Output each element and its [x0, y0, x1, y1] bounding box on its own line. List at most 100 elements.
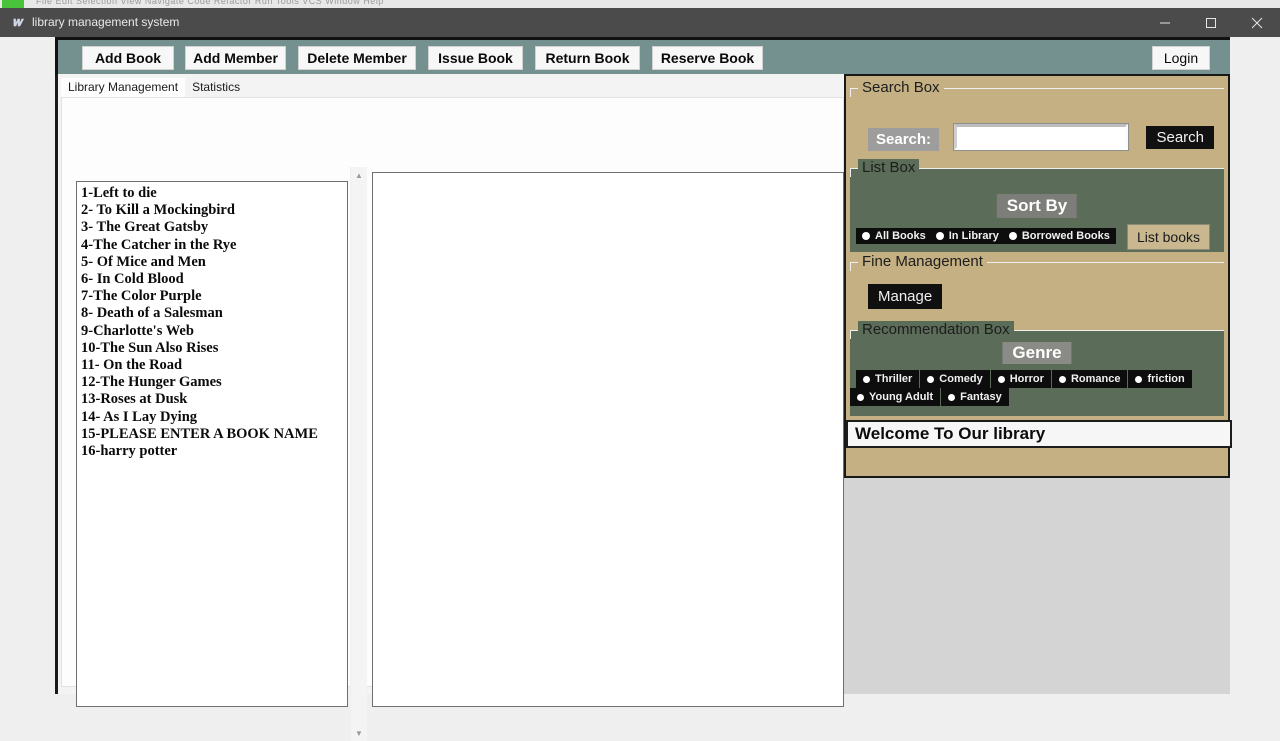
- radio-dot-icon: [863, 375, 870, 383]
- reserve-book-button[interactable]: Reserve Book: [652, 46, 763, 70]
- radio-friction[interactable]: friction: [1128, 370, 1192, 388]
- book-list-items: 1-Left to die 2- To Kill a Mockingbird 3…: [77, 182, 347, 460]
- list-item[interactable]: 5- Of Mice and Men: [77, 254, 347, 271]
- main-toolbar: Add Book Add Member Delete Member Issue …: [55, 37, 1230, 74]
- radio-dot-icon: [935, 232, 944, 240]
- list-item[interactable]: 1-Left to die: [77, 185, 347, 202]
- add-member-button[interactable]: Add Member: [185, 46, 286, 70]
- application-body: Add Book Add Member Delete Member Issue …: [0, 37, 1280, 741]
- list-box-title: List Box: [858, 159, 920, 176]
- radio-dot-icon: [857, 393, 864, 401]
- radio-label: Thriller: [875, 373, 913, 385]
- radio-fantasy[interactable]: Fantasy: [941, 388, 1009, 406]
- delete-member-button[interactable]: Delete Member: [298, 46, 416, 70]
- screen: File Edit Selection View Navigate Code R…: [0, 0, 1280, 741]
- group-corner: [850, 88, 851, 97]
- radio-dot-icon: [948, 393, 956, 401]
- tab-panel: 1-Left to die 2- To Kill a Mockingbird 3…: [61, 97, 844, 741]
- radio-in-library[interactable]: In Library: [935, 230, 999, 242]
- radio-borrowed-books[interactable]: Borrowed Books: [1008, 230, 1110, 242]
- genre-button[interactable]: Genre: [1002, 342, 1072, 364]
- book-list[interactable]: 1-Left to die 2- To Kill a Mockingbird 3…: [76, 181, 348, 707]
- search-box-title: Search Box: [858, 79, 944, 96]
- book-detail-pane[interactable]: [372, 172, 844, 707]
- radio-comedy[interactable]: Comedy: [920, 370, 990, 388]
- group-corner: [850, 330, 851, 339]
- background-menu-text: File Edit Selection View Navigate Code R…: [36, 0, 384, 6]
- list-item[interactable]: 12-The Hunger Games: [77, 374, 347, 391]
- background-window-strip: File Edit Selection View Navigate Code R…: [0, 0, 1280, 8]
- list-item[interactable]: 9-Charlotte's Web: [77, 323, 347, 340]
- status-bar: Welcome To Our library: [846, 420, 1232, 448]
- list-filter-radio-group: All Books In Library Borrowed Books: [856, 228, 1116, 244]
- list-item[interactable]: 15-PLEASE ENTER A BOOK NAME: [77, 426, 347, 443]
- side-panel-card: Search Box Search: Search List Box Sort …: [844, 74, 1232, 478]
- fine-management-group: Fine Management Manage: [850, 253, 1224, 324]
- close-icon[interactable]: [1234, 8, 1280, 37]
- maximize-icon[interactable]: [1188, 8, 1234, 37]
- tab-statistics[interactable]: Statistics: [185, 78, 248, 97]
- search-box-group: Search Box Search: Search: [850, 79, 1224, 164]
- list-item[interactable]: 14- As I Lay Dying: [77, 409, 347, 426]
- title-bar: 𝐰 library management system: [0, 8, 1280, 37]
- main-content-area: Library Management Statistics 1-Left to …: [55, 74, 844, 741]
- list-box-group: List Box Sort By All Books In Library Bo…: [850, 159, 1224, 252]
- sort-by-button[interactable]: Sort By: [996, 194, 1078, 218]
- list-item[interactable]: 8- Death of a Salesman: [77, 305, 347, 322]
- group-corner: [850, 262, 851, 271]
- return-book-button[interactable]: Return Book: [535, 46, 640, 70]
- radio-dot-icon: [862, 232, 870, 240]
- radio-dot-icon: [927, 375, 935, 383]
- radio-label: Borrowed Books: [1021, 230, 1110, 242]
- list-item[interactable]: 10-The Sun Also Rises: [77, 340, 347, 357]
- window-title: library management system: [32, 15, 180, 29]
- radio-dot-icon: [1135, 375, 1143, 383]
- genre-radio-row-1: Thriller Comedy Horror Romance friction: [856, 370, 1193, 388]
- radio-thriller[interactable]: Thriller: [856, 370, 920, 388]
- radio-dot-icon: [1058, 375, 1066, 383]
- issue-book-button[interactable]: Issue Book: [428, 46, 523, 70]
- search-button[interactable]: Search: [1146, 126, 1214, 149]
- radio-label: Romance: [1070, 373, 1121, 385]
- list-item[interactable]: 16-harry potter: [77, 443, 347, 460]
- recommendation-box-title: Recommendation Box: [858, 321, 1014, 338]
- minimize-icon[interactable]: [1142, 8, 1188, 37]
- radio-label: Young Adult: [869, 391, 934, 403]
- tab-library-management[interactable]: Library Management: [61, 78, 186, 97]
- radio-label: friction: [1147, 373, 1185, 385]
- radio-label: All Books: [875, 230, 926, 242]
- radio-romance[interactable]: Romance: [1051, 370, 1128, 388]
- recommendation-box-group: Recommendation Box Genre Thriller Comedy: [850, 321, 1224, 416]
- list-item[interactable]: 2- To Kill a Mockingbird: [77, 202, 347, 219]
- radio-horror[interactable]: Horror: [990, 370, 1051, 388]
- scroll-up-arrow[interactable]: ▲: [351, 167, 367, 183]
- radio-all-books[interactable]: All Books: [862, 230, 926, 242]
- list-item[interactable]: 4-The Catcher in the Rye: [77, 237, 347, 254]
- radio-label: In Library: [948, 230, 999, 242]
- search-label: Search:: [868, 128, 940, 151]
- list-item[interactable]: 7-The Color Purple: [77, 288, 347, 305]
- fine-management-title: Fine Management: [858, 253, 987, 270]
- status-message: Welcome To Our library: [855, 424, 1046, 443]
- list-item[interactable]: 6- In Cold Blood: [77, 271, 347, 288]
- search-input[interactable]: [953, 123, 1129, 151]
- add-book-button[interactable]: Add Book: [82, 46, 174, 70]
- login-button[interactable]: Login: [1152, 46, 1210, 70]
- group-corner: [850, 168, 851, 177]
- list-books-button[interactable]: List books: [1126, 224, 1210, 250]
- book-list-scrollbar[interactable]: ▲ ▼: [350, 167, 367, 741]
- list-item[interactable]: 3- The Great Gatsby: [77, 219, 347, 236]
- radio-label: Horror: [1009, 373, 1044, 385]
- list-item[interactable]: 11- On the Road: [77, 357, 347, 374]
- radio-young-adult[interactable]: Young Adult: [850, 388, 941, 406]
- radio-dot-icon: [1008, 232, 1017, 240]
- tab-bar: Library Management Statistics: [61, 78, 248, 97]
- scroll-down-arrow[interactable]: ▼: [351, 725, 367, 741]
- side-control-column: Search Box Search: Search List Box Sort …: [844, 74, 1232, 694]
- genre-radio-row-2: Young Adult Fantasy: [850, 388, 1010, 406]
- manage-button[interactable]: Manage: [868, 284, 943, 309]
- radio-dot-icon: [997, 375, 1005, 383]
- quill-icon: 𝐰: [11, 14, 23, 29]
- radio-label: Fantasy: [960, 391, 1002, 403]
- list-item[interactable]: 13-Roses at Dusk: [77, 391, 347, 408]
